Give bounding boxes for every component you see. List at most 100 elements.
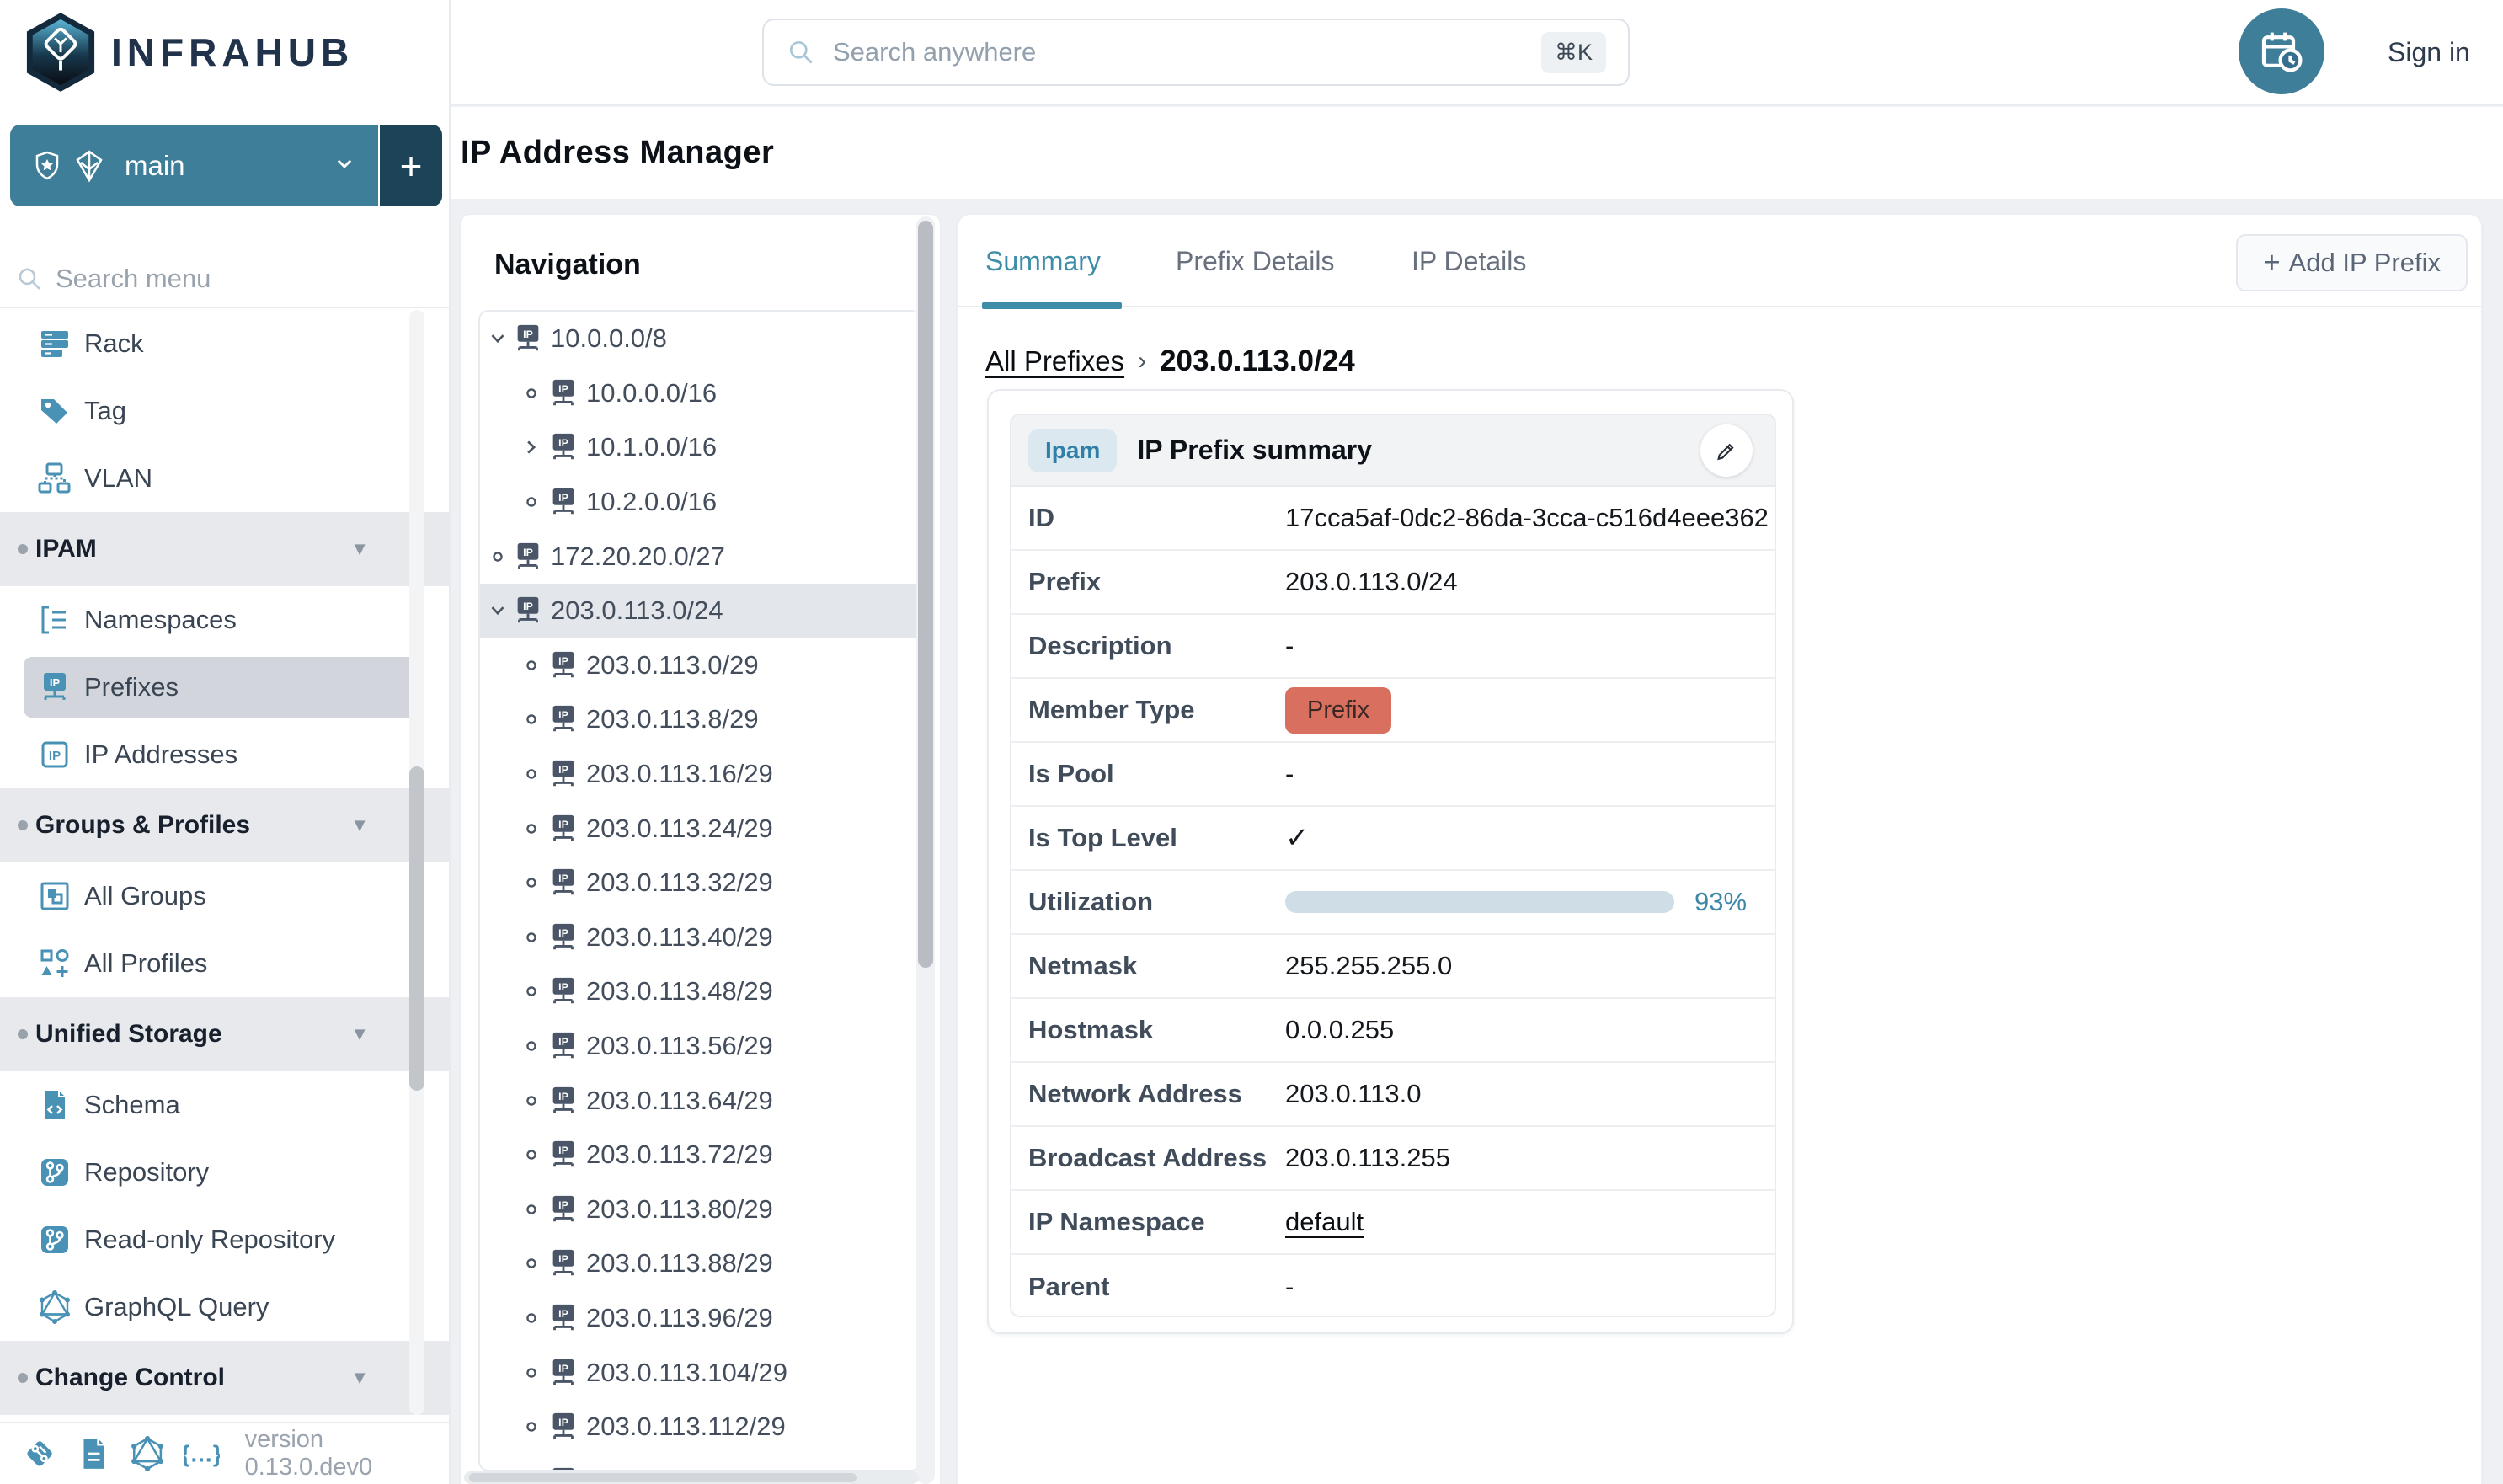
- tab-ip-details[interactable]: IP Details: [1412, 215, 1526, 307]
- dot-icon[interactable]: [520, 1144, 542, 1166]
- sidebar-item-vlan[interactable]: VLAN: [0, 445, 449, 512]
- tree-row-203-0-113-64-29[interactable]: IP203.0.113.64/29: [480, 1073, 920, 1128]
- tree-row-172-20-20-0-27[interactable]: IP172.20.20.0/27: [480, 529, 920, 584]
- dot-icon[interactable]: [520, 872, 542, 894]
- tree-row-203-0-113-24-29[interactable]: IP203.0.113.24/29: [480, 801, 920, 856]
- add-ip-prefix-button[interactable]: + Add IP Prefix: [2236, 234, 2468, 291]
- sidebar-section-ipam[interactable]: IPAM▼: [0, 512, 449, 586]
- prefix-icon: IP: [547, 1139, 579, 1171]
- ip-namespace-link[interactable]: default: [1285, 1207, 1364, 1237]
- tree-row-10-0-0-0-16[interactable]: IP10.0.0.0/16: [480, 366, 920, 421]
- edit-button[interactable]: [1700, 424, 1753, 477]
- chevron-right-icon[interactable]: [520, 436, 542, 458]
- dot-icon[interactable]: [520, 763, 542, 785]
- graphql-icon[interactable]: [130, 1435, 165, 1472]
- tree-row-203-0-113-32-29[interactable]: IP203.0.113.32/29: [480, 856, 920, 910]
- sidebar-item-rack[interactable]: Rack: [0, 310, 449, 377]
- namespace-icon: [38, 603, 72, 637]
- dot-icon[interactable]: [520, 980, 542, 1002]
- page-heading-band: IP Address Manager: [451, 107, 2503, 199]
- tree-row-10-1-0-0-16[interactable]: IP10.1.0.0/16: [480, 420, 920, 475]
- plus-icon: +: [2263, 246, 2280, 280]
- dot-icon[interactable]: [520, 1362, 542, 1384]
- dot-icon[interactable]: [520, 1252, 542, 1274]
- search-icon: [15, 264, 44, 293]
- navigation-horizontal-scrollbar-thumb[interactable]: [469, 1473, 857, 1482]
- prefix-icon: IP: [512, 541, 544, 573]
- sidebar-item-graphql-query[interactable]: GraphQL Query: [0, 1273, 449, 1341]
- dot-icon[interactable]: [520, 1307, 542, 1329]
- progress-track: [1285, 891, 1674, 913]
- git-icon[interactable]: [22, 1435, 57, 1472]
- tree-row-203-0-113-0-29[interactable]: IP203.0.113.0/29: [480, 638, 920, 693]
- dot-icon[interactable]: [520, 1416, 542, 1438]
- tree-row-203-0-113-40-29[interactable]: IP203.0.113.40/29: [480, 910, 920, 965]
- dot-icon[interactable]: [520, 654, 542, 676]
- sign-in-button[interactable]: Sign in: [2388, 0, 2470, 105]
- main-panel: Summary Prefix Details IP Details + Add IP…: [957, 213, 2483, 1484]
- sidebar-item-ip-addresses[interactable]: IPIP Addresses: [0, 721, 449, 788]
- tree-row-203-0-113-96-29[interactable]: IP203.0.113.96/29: [480, 1291, 920, 1346]
- navigation-scrollbar[interactable]: [916, 216, 935, 1484]
- sidebar-search-input[interactable]: [56, 264, 434, 294]
- tree-row-203-0-113-88-29[interactable]: IP203.0.113.88/29: [480, 1236, 920, 1291]
- tree-row-10-0-0-0-8[interactable]: IP10.0.0.0/8: [480, 312, 920, 366]
- sidebar-scrollbar-thumb[interactable]: [409, 766, 424, 1091]
- sidebar-section-change-control[interactable]: Change Control▼: [0, 1341, 449, 1415]
- global-search-input[interactable]: [833, 37, 1541, 67]
- dot-icon[interactable]: [520, 382, 542, 404]
- dot-icon[interactable]: [487, 546, 509, 568]
- dot-icon[interactable]: [520, 1198, 542, 1220]
- prefix-icon: IP: [547, 867, 579, 899]
- dot-icon[interactable]: [520, 1035, 542, 1057]
- tab-prefix-details[interactable]: Prefix Details: [1176, 215, 1335, 307]
- tree-row-203-0-113-0-24[interactable]: IP203.0.113.0/24: [480, 584, 920, 638]
- sidebar-item-all-groups[interactable]: All Groups: [0, 862, 449, 930]
- navigation-horizontal-scrollbar[interactable]: [464, 1471, 919, 1484]
- chevron-down-icon[interactable]: [487, 600, 509, 622]
- tab-summary[interactable]: Summary: [985, 215, 1101, 307]
- tree-row-203-0-113-104-29[interactable]: IP203.0.113.104/29: [480, 1345, 920, 1400]
- tree-row-203-0-113-8-29[interactable]: IP203.0.113.8/29: [480, 692, 920, 747]
- tree-row-203-0-113-80-29[interactable]: IP203.0.113.80/29: [480, 1182, 920, 1237]
- sidebar-item-read-only-repository[interactable]: Read-only Repository: [0, 1206, 449, 1273]
- sidebar-search[interactable]: [0, 251, 449, 308]
- tree-row-203-0-113-72-29[interactable]: IP203.0.113.72/29: [480, 1128, 920, 1182]
- add-branch-button[interactable]: +: [378, 125, 442, 206]
- tree-row-203-0-113-120-29[interactable]: IP203.0.113.120/29: [480, 1454, 920, 1471]
- sidebar-item-namespaces[interactable]: Namespaces: [0, 586, 449, 654]
- prefix-icon: IP: [547, 758, 579, 790]
- dot-icon[interactable]: [520, 708, 542, 730]
- branch-dropdown[interactable]: main: [10, 125, 378, 206]
- readonly-repository-icon: [38, 1223, 72, 1257]
- tree-row-10-2-0-0-16[interactable]: IP10.2.0.0/16: [480, 475, 920, 530]
- sidebar-item-tag[interactable]: Tag: [0, 377, 449, 445]
- navigation-scrollbar-thumb[interactable]: [918, 221, 933, 968]
- sidebar-item-schema[interactable]: Schema: [0, 1071, 449, 1139]
- braces-icon[interactable]: {…}: [184, 1435, 219, 1472]
- dot-icon[interactable]: [520, 491, 542, 513]
- tree-row-203-0-113-56-29[interactable]: IP203.0.113.56/29: [480, 1019, 920, 1074]
- dot-icon[interactable]: [520, 1090, 542, 1112]
- chevron-down-icon[interactable]: [487, 328, 509, 350]
- prefix-icon: IP: [547, 921, 579, 953]
- logo[interactable]: INFRAHUB: [24, 10, 354, 94]
- tree-row-203-0-113-16-29[interactable]: IP203.0.113.16/29: [480, 747, 920, 802]
- sidebar-item-repository[interactable]: Repository: [0, 1139, 449, 1206]
- tree-row-203-0-113-112-29[interactable]: IP203.0.113.112/29: [480, 1400, 920, 1455]
- dot-icon[interactable]: [520, 926, 542, 948]
- sidebar-section-groups-profiles[interactable]: Groups & Profiles▼: [0, 788, 449, 862]
- dot-icon[interactable]: [520, 818, 542, 840]
- sidebar-item-all-profiles[interactable]: All Profiles: [0, 930, 449, 997]
- sidebar-item-prefixes[interactable]: IPPrefixes: [0, 654, 449, 721]
- sidebar-section-unified-storage[interactable]: Unified Storage▼: [0, 997, 449, 1071]
- global-search[interactable]: ⌘K: [762, 19, 1630, 86]
- svg-text:IP: IP: [558, 1253, 568, 1265]
- sidebar-scrollbar[interactable]: [409, 310, 424, 1415]
- breadcrumb-all-prefixes-link[interactable]: All Prefixes: [985, 345, 1124, 377]
- prefix-icon: IP: [512, 323, 544, 355]
- tree-row-203-0-113-48-29[interactable]: IP203.0.113.48/29: [480, 964, 920, 1019]
- graphql-icon: [38, 1290, 72, 1324]
- document-icon[interactable]: [76, 1435, 111, 1472]
- schedule-button[interactable]: [2239, 8, 2324, 94]
